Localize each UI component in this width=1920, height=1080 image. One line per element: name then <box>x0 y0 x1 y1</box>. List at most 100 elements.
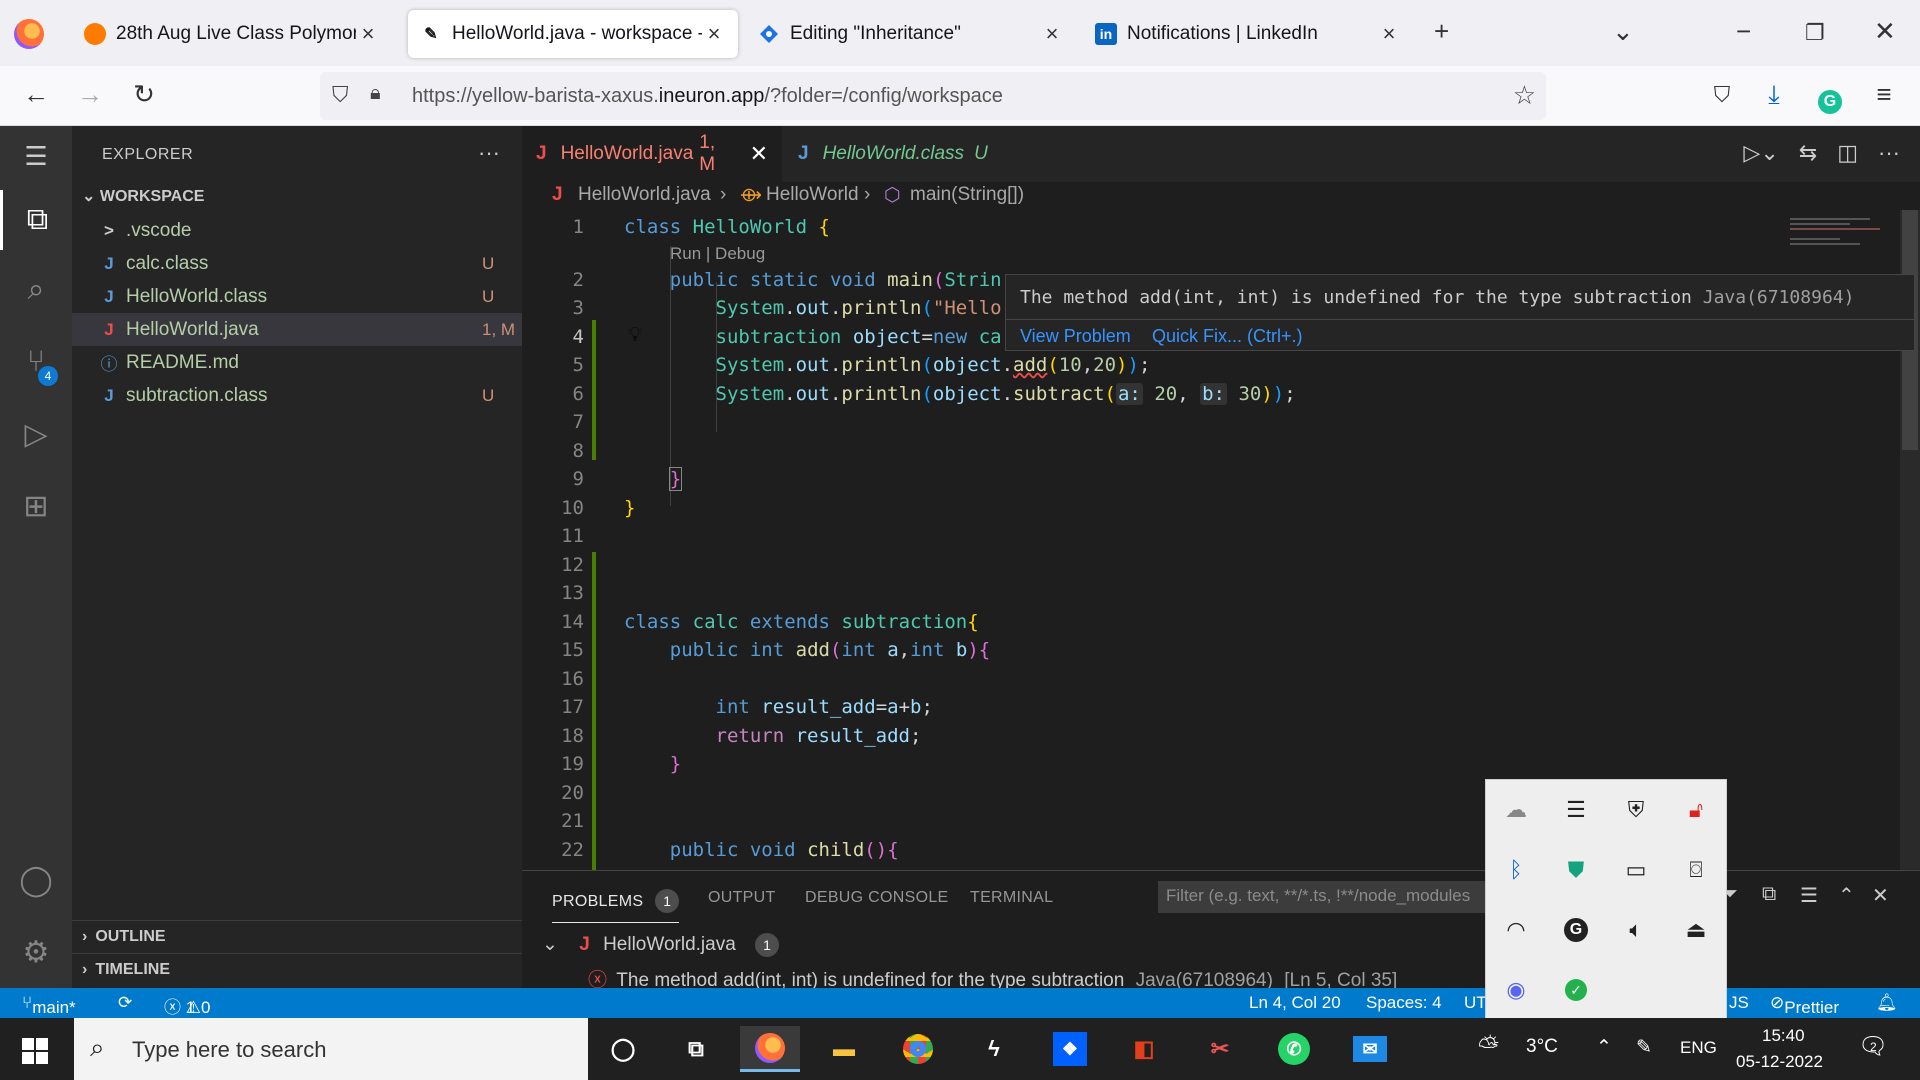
speaker-icon[interactable]: 🔈︎ <box>1606 900 1666 960</box>
quick-fix-link[interactable]: Quick Fix... (Ctrl+.) <box>1152 326 1303 347</box>
usb-eject-icon[interactable]: ⏏ <box>1666 900 1726 960</box>
outline-section[interactable]: › OUTLINE <box>72 920 522 953</box>
bookmark-star-icon[interactable]: ☆ <box>1513 80 1536 111</box>
windows-security-shield-icon[interactable]: ⛨ <box>1606 780 1666 840</box>
hamburger-menu-icon[interactable]: ☰ <box>0 126 72 186</box>
firefox-taskbar-icon[interactable] <box>740 1026 800 1072</box>
list-all-tabs-icon[interactable]: ⌄ <box>1612 16 1634 47</box>
browser-tab-helloworld[interactable]: ✎ HelloWorld.java - workspace - c × <box>408 10 738 58</box>
minimize-button[interactable]: − <box>1736 16 1751 47</box>
search-icon[interactable]: ⌕ <box>0 260 72 320</box>
sync-icon[interactable]: ⟳ <box>118 993 132 1013</box>
grammarly-icon[interactable]: G <box>1546 900 1606 960</box>
language-mode[interactable]: JS <box>1729 993 1749 1013</box>
minimap[interactable] <box>1790 214 1900 274</box>
run-icon[interactable]: ▷⌄ <box>1743 140 1778 166</box>
weather-temp[interactable]: 3°C <box>1526 1036 1558 1058</box>
discord-icon[interactable]: ◉ <box>1486 960 1546 1020</box>
chrome-icon[interactable] <box>888 1026 948 1072</box>
indentation[interactable]: Spaces: 4 <box>1366 993 1442 1013</box>
pen-icon[interactable]: ✎ <box>1636 1036 1652 1059</box>
restore-button[interactable]: ❐ <box>1805 20 1825 46</box>
explorer-files-icon[interactable]: ⧉ <box>0 190 72 250</box>
check-shield-icon[interactable]: ✓ <box>1546 960 1606 1020</box>
back-arrow-icon[interactable]: ← <box>18 79 54 110</box>
lock-icon[interactable]: 🔒︎ <box>370 82 381 105</box>
accounts-icon[interactable]: ◯ <box>0 850 72 910</box>
maximize-panel-icon[interactable]: ⌃ <box>1838 883 1855 908</box>
close-tab-icon[interactable]: ✕ <box>750 141 768 167</box>
notification-center-icon[interactable]: 🗨︎ 2 <box>1858 1032 1888 1061</box>
extensions-icon[interactable]: ⊞ <box>0 476 72 536</box>
close-tab-icon[interactable]: × <box>1377 21 1401 47</box>
tab-debug-console[interactable]: DEBUG CONSOLE <box>805 889 949 907</box>
breadcrumb-method[interactable]: main(String[]) <box>910 184 1024 206</box>
file-item-helloworld-class[interactable]: J HelloWorld.class U <box>72 280 522 313</box>
problems-filter-input[interactable]: Filter (e.g. text, **/*.ts, !**/node_mod… <box>1158 881 1488 913</box>
settings-gear-icon[interactable]: ⚙ <box>0 922 72 982</box>
file-item-helloworld-java[interactable]: J HelloWorld.java 1, M <box>72 313 522 346</box>
prettier-status[interactable]: ⊘ Prettier <box>1770 993 1839 1017</box>
encoding[interactable]: UT <box>1464 993 1487 1013</box>
whatsapp-icon[interactable]: ✆ <box>1264 1026 1324 1072</box>
run-debug-icon[interactable]: ▷ <box>0 404 72 464</box>
show-hidden-icons-chevron-icon[interactable]: ⌃ <box>1596 1036 1612 1059</box>
screen-cast-icon[interactable]: ☰ <box>1546 780 1606 840</box>
browser-tab-linkedin[interactable]: in Notifications | LinkedIn × <box>1083 10 1413 58</box>
file-explorer-icon[interactable]: ▬ <box>814 1026 874 1072</box>
close-window-button[interactable]: ✕ <box>1874 16 1896 47</box>
timeline-section[interactable]: › TIMELINE <box>72 953 522 986</box>
collapse-all-icon[interactable]: ⧉ <box>1762 883 1776 906</box>
close-tab-icon[interactable]: × <box>702 21 726 47</box>
tab-terminal[interactable]: TERMINAL <box>970 889 1053 907</box>
task-view-icon[interactable]: ⧉ <box>666 1026 726 1072</box>
firefox-icon[interactable] <box>14 19 44 49</box>
new-tab-button[interactable]: + <box>1434 16 1449 47</box>
problems-indicator[interactable]: ⓧ 1 ⚠ 0 <box>164 993 210 1018</box>
snip-sketch-icon[interactable]: ✂ <box>1190 1026 1250 1072</box>
shield-icon[interactable]: ⛉ <box>332 82 349 108</box>
view-problem-link[interactable]: View Problem <box>1020 326 1131 347</box>
file-item-calc-class[interactable]: J calc.class U <box>72 247 522 280</box>
defender-shield-icon[interactable]: ⛊ <box>1546 840 1606 900</box>
breadcrumb-file[interactable]: HelloWorld.java <box>578 184 711 206</box>
taskbar-search-box[interactable]: ⌕ Type here to search <box>74 1018 588 1080</box>
url-text[interactable]: https://yellow-barista-xaxus.ineuron.app… <box>412 85 1003 108</box>
editor-tab-helloworld-java[interactable]: J HelloWorld.java 1, M ✕ <box>522 126 782 182</box>
cursor-position[interactable]: Ln 4, Col 20 <box>1249 993 1341 1013</box>
open-changes-icon[interactable]: ⇆ <box>1799 140 1817 166</box>
browser-tab-polymorphism[interactable]: 28th Aug Live Class Polymorphi × <box>72 10 392 58</box>
url-bar[interactable]: ⛉ 🔒︎ https://yellow-barista-xaxus.ineuro… <box>320 72 1546 120</box>
onedrive-cloud-icon[interactable]: ☁ <box>1486 780 1546 840</box>
codelens-run-debug[interactable]: Run | Debug <box>670 244 765 264</box>
notifications-bell-icon[interactable]: 🔔︎ <box>1876 993 1898 1013</box>
office-icon[interactable]: ◧ <box>1114 1026 1174 1072</box>
download-icon[interactable]: ⤓ <box>1756 79 1792 111</box>
view-as-list-icon[interactable]: ☰ <box>1800 883 1818 908</box>
file-item-subtraction-class[interactable]: J subtraction.class U <box>72 379 522 412</box>
reload-icon[interactable]: ↻ <box>126 79 162 110</box>
workspace-header[interactable]: ⌄ WORKSPACE <box>82 186 204 206</box>
clock-date[interactable]: 05-12-2022 <box>1736 1052 1823 1072</box>
tab-problems[interactable]: PROBLEMS 1 <box>552 889 680 923</box>
close-tab-icon[interactable]: × <box>356 21 380 47</box>
app-lightning-icon[interactable]: ϟ <box>964 1026 1024 1072</box>
editor-tab-helloworld-class[interactable]: J HelloWorld.class U <box>784 126 1034 182</box>
tab-output[interactable]: OUTPUT <box>708 889 776 907</box>
battery-icon[interactable]: ▭ <box>1606 840 1666 900</box>
wifi-icon[interactable]: ◠ <box>1486 900 1546 960</box>
source-control-icon[interactable]: ⑂ 4 <box>0 332 72 392</box>
vpn-lock-icon[interactable]: 🔓︎ <box>1666 780 1726 840</box>
menu-icon[interactable]: ≡ <box>1866 79 1902 110</box>
camera-icon[interactable]: ⌼ <box>1666 840 1726 900</box>
more-actions-icon[interactable]: ··· <box>478 140 500 166</box>
mail-icon[interactable]: ✉ <box>1340 1026 1400 1072</box>
branch-indicator[interactable]: ⑂ main* <box>22 993 76 1017</box>
file-item-readme[interactable]: ⓘ README.md <box>72 346 522 379</box>
more-actions-icon[interactable]: ··· <box>1878 140 1900 166</box>
language-indicator[interactable]: ENG <box>1680 1038 1717 1058</box>
cortana-icon[interactable]: ◯ <box>593 1026 653 1072</box>
windows-start-icon[interactable] <box>22 1038 48 1064</box>
split-editor-icon[interactable]: ◫ <box>1837 140 1858 166</box>
problem-file-row[interactable]: ⌄ J HelloWorld.java 1 <box>542 933 780 957</box>
